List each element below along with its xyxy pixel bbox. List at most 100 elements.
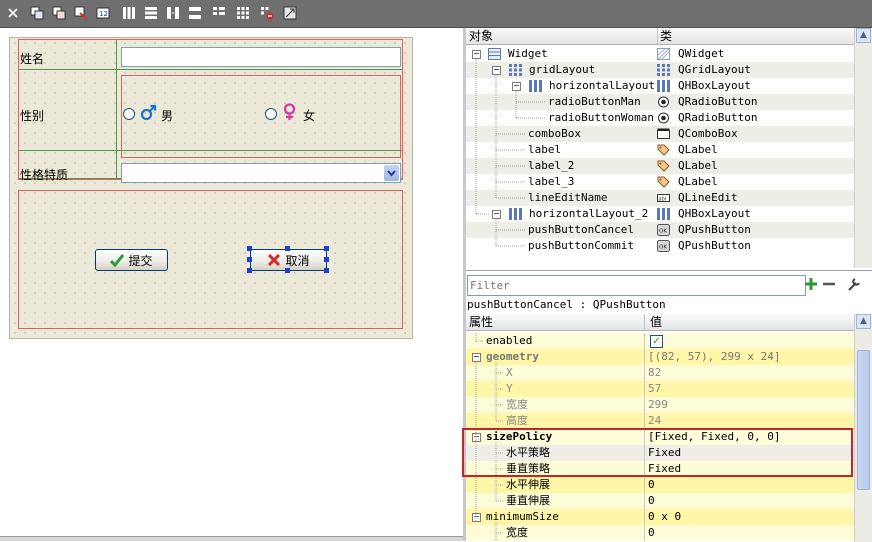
collapse-toggle[interactable]: − — [492, 66, 501, 75]
edit-tab-order-icon[interactable]: 123 — [96, 6, 110, 20]
layout-grid-icon[interactable] — [236, 6, 250, 20]
property-value[interactable]: 0 — [648, 493, 655, 509]
adjust-size-icon[interactable] — [283, 6, 297, 20]
property-row-horizontal-stretch[interactable]: 水平伸展 0 — [466, 477, 854, 493]
wrench-icon[interactable] — [846, 276, 862, 292]
property-row-vertical-stretch[interactable]: 垂直伸展 0 — [466, 493, 854, 509]
column-header-value[interactable]: 值 — [644, 314, 860, 331]
column-header-class[interactable]: 类 — [657, 28, 857, 45]
tree-row-label-3[interactable]: label_3 QLabel — [466, 174, 854, 190]
submit-button[interactable]: 提交 — [95, 249, 168, 271]
radio-male[interactable] — [123, 108, 135, 120]
column-header-object[interactable]: 对象 — [466, 28, 660, 45]
selection-handle[interactable] — [285, 268, 290, 273]
tree-row-gridlayout[interactable]: − gridLayout QGridLayout — [466, 62, 854, 78]
collapse-toggle[interactable]: − — [492, 210, 501, 219]
tree-row-radiobuttonwoman[interactable]: radioButtonWoman QRadioButton — [466, 110, 854, 126]
layout-form-icon[interactable] — [212, 6, 226, 20]
filter-input[interactable] — [467, 275, 806, 296]
qcombobox-class-icon — [657, 128, 670, 139]
collapse-toggle[interactable]: − — [472, 50, 481, 59]
name-input[interactable] — [121, 47, 401, 67]
tree-row-label[interactable]: label QLabel — [466, 142, 854, 158]
break-layout-icon[interactable] — [260, 6, 274, 20]
column-header-property[interactable]: 属性 — [466, 314, 647, 331]
hbox-layout-icon — [529, 80, 542, 92]
widget-form[interactable]: 姓名 性别 男 女 性格特质 提交 取消 — [9, 37, 413, 339]
collapse-toggle[interactable]: − — [472, 513, 481, 522]
tree-row-combobox[interactable]: comboBox QComboBox — [466, 126, 854, 142]
enabled-checkbox[interactable]: ✓ — [650, 335, 663, 348]
tree-row-pushbuttoncommit[interactable]: pushButtonCommit OK QPushButton — [466, 238, 854, 254]
edit-signals-icon[interactable] — [52, 6, 66, 20]
collapse-toggle[interactable]: − — [512, 82, 521, 91]
grid-layout-icon — [509, 64, 522, 76]
property-row-minimumsize[interactable]: − minimumSize 0 x 0 — [466, 509, 854, 525]
tree-row-pushbuttoncancel[interactable]: pushButtonCancel OK QPushButton — [466, 222, 854, 238]
tree-row-horizontallayout-2[interactable]: − horizontalLayout_2 QHBoxLayout — [466, 206, 854, 222]
property-row-min-width[interactable]: 宽度 0 — [466, 525, 854, 541]
object-class: QLabel — [678, 159, 718, 172]
property-name: enabled — [486, 334, 533, 347]
selection-handle[interactable] — [247, 268, 252, 273]
tree-row-label-2[interactable]: label_2 QLabel — [466, 158, 854, 174]
selection-handle[interactable] — [324, 246, 329, 251]
edit-widgets-icon[interactable] — [30, 6, 44, 20]
property-row-x[interactable]: X 82 — [466, 365, 854, 381]
layout-h-splitter-icon[interactable] — [166, 6, 180, 20]
radio-female[interactable] — [265, 108, 277, 120]
tree-row-radiobuttonman[interactable]: radioButtonMan QRadioButton — [466, 94, 854, 110]
layout-v-splitter-icon[interactable] — [188, 6, 202, 20]
scroll-up-button[interactable]: ▲ — [856, 314, 871, 329]
tree-row-widget[interactable]: − Widget QWidget — [466, 46, 854, 62]
male-symbol-icon — [140, 104, 157, 121]
object-class: QPushButton — [678, 239, 751, 252]
property-value: 0 x 0 — [648, 510, 682, 523]
layout-horizontal-icon[interactable] — [122, 6, 136, 20]
object-name: pushButtonCancel — [528, 223, 634, 236]
scroll-up-button[interactable]: ▲ — [856, 28, 871, 43]
property-row-geometry[interactable]: − geometry [(82, 57), 299 x 24] — [466, 349, 854, 365]
cancel-button-label: 取消 — [285, 253, 310, 268]
selection-handle[interactable] — [324, 257, 329, 262]
property-name: 宽度 — [506, 526, 528, 539]
qpushbutton-ok-icon: OK — [657, 224, 670, 236]
property-row-width[interactable]: 宽度 299 — [466, 397, 854, 413]
remove-property-icon[interactable] — [822, 277, 836, 291]
combobox-dropdown-button[interactable] — [384, 165, 399, 181]
object-name: label_3 — [528, 175, 575, 188]
property-row-height[interactable]: 高度 24 — [466, 413, 854, 429]
object-class: QRadioButton — [678, 111, 758, 124]
form-editor-toolbar: 123 — [0, 0, 872, 28]
collapse-toggle[interactable]: − — [472, 353, 481, 362]
property-value: 24 — [648, 414, 662, 427]
object-class: QLineEdit — [678, 191, 738, 204]
add-property-icon[interactable] — [804, 277, 818, 291]
object-class: QRadioButton — [678, 95, 758, 108]
selection-handle[interactable] — [324, 268, 329, 273]
selection-handle[interactable] — [247, 257, 252, 262]
property-editor-scrollbar[interactable]: ▲ — [854, 314, 872, 542]
form-design-area[interactable]: 姓名 性别 男 女 性格特质 提交 取消 — [0, 28, 463, 541]
selection-handle[interactable] — [247, 246, 252, 251]
property-value[interactable]: 0 — [648, 525, 655, 541]
property-value: 82 — [648, 366, 662, 379]
layout-vertical-icon[interactable] — [144, 6, 158, 20]
trait-combobox[interactable] — [121, 163, 401, 183]
qlabel-tag-icon — [657, 160, 670, 172]
qradiobutton-class-icon — [658, 96, 669, 108]
tree-row-horizontallayout[interactable]: − horizontalLayout QHBoxLayout — [466, 78, 854, 94]
label-trait: 性格特质 — [20, 168, 69, 182]
property-row-enabled[interactable]: enabled ✓ — [466, 333, 854, 349]
qgridlayout-class-icon — [657, 64, 670, 76]
property-value: [(82, 57), 299 x 24] — [648, 350, 781, 363]
edit-buddies-icon[interactable] — [74, 6, 88, 20]
property-row-y[interactable]: Y 57 — [466, 381, 854, 397]
tree-row-lineeditname[interactable]: lineEditName abl QLineEdit — [466, 190, 854, 206]
selection-handle[interactable] — [285, 246, 290, 251]
property-value[interactable]: 0 — [648, 477, 655, 493]
close-icon[interactable] — [6, 6, 20, 20]
scroll-thumb[interactable] — [857, 350, 870, 490]
object-inspector-scrollbar[interactable]: ▲ — [854, 28, 872, 268]
property-name: 水平伸展 — [506, 478, 550, 491]
